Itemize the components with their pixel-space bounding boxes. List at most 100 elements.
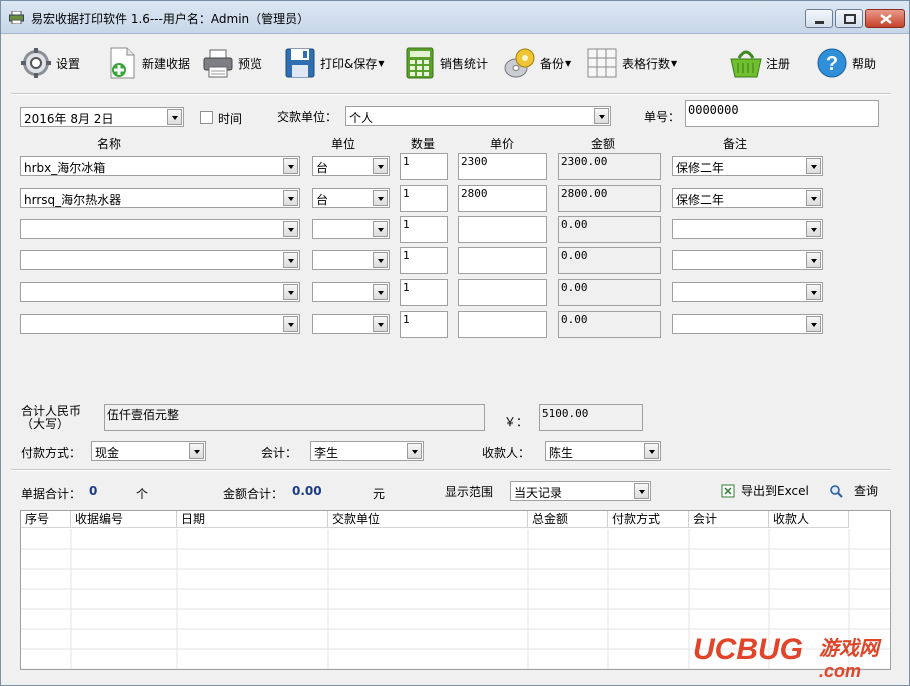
amount-total-value: 0.00: [292, 484, 322, 498]
column-header[interactable]: 日期: [177, 511, 328, 528]
row-2-price-field[interactable]: 2800: [458, 185, 547, 212]
row-2-unit-field[interactable]: 台: [312, 188, 390, 208]
settings-button[interactable]: 设置: [19, 45, 80, 81]
row-4-note-field[interactable]: [672, 250, 823, 270]
print-save-button[interactable]: 打印&保存 ▼: [283, 45, 385, 81]
dropdown-arrow-icon[interactable]: [373, 221, 388, 237]
dropdown-arrow-icon[interactable]: [373, 158, 388, 174]
row-1-unit-field[interactable]: 台: [312, 156, 390, 176]
minimize-button[interactable]: [805, 9, 833, 28]
column-header[interactable]: 收据编号: [71, 511, 177, 528]
row-4-name-field[interactable]: [20, 250, 300, 270]
dropdown-arrow-icon[interactable]: [167, 109, 182, 125]
row-2-name-field[interactable]: hrrsq_海尔热水器: [20, 188, 300, 208]
column-header[interactable]: 会计: [689, 511, 769, 528]
row-2-qty-field[interactable]: 1: [400, 185, 448, 212]
dropdown-arrow-icon[interactable]: [806, 158, 821, 174]
row-6-price-field[interactable]: [458, 311, 547, 338]
dropdown-arrow-icon[interactable]: [189, 443, 204, 459]
dropdown-arrow-icon[interactable]: [283, 158, 298, 174]
title-bar[interactable]: 易宏收据打印软件 1.6---用户名：Admin（管理员）: [1, 1, 909, 34]
preview-button[interactable]: 预览: [201, 45, 262, 81]
main-window: 易宏收据打印软件 1.6---用户名：Admin（管理员） 设置 新建收据 预览…: [0, 0, 910, 686]
column-header[interactable]: 交款单位: [328, 511, 528, 528]
time-label: 时间: [218, 112, 243, 126]
dropdown-arrow-icon[interactable]: [806, 316, 821, 332]
row-5-note-field[interactable]: [672, 282, 823, 302]
help-button[interactable]: ? 帮助: [815, 45, 876, 81]
dropdown-arrow-icon[interactable]: [283, 252, 298, 268]
column-header[interactable]: 序号: [21, 511, 71, 528]
row-5-unit-field[interactable]: [312, 282, 390, 302]
dropdown-arrow-icon[interactable]: [594, 108, 609, 124]
payer-combo[interactable]: 个人: [345, 106, 611, 126]
backup-button[interactable]: 备份 ▼: [503, 45, 571, 81]
query-button[interactable]: 查询: [829, 482, 878, 499]
row-6-name-field[interactable]: [20, 314, 300, 334]
row-3-qty-field[interactable]: 1: [400, 216, 448, 243]
row-qty-value: 1: [403, 249, 410, 262]
row-4-unit-field[interactable]: [312, 250, 390, 270]
row-1-name-field[interactable]: hrbx_海尔冰箱: [20, 156, 300, 176]
dropdown-arrow-icon[interactable]: [283, 190, 298, 206]
payee-combo[interactable]: 陈生: [545, 441, 661, 461]
row-5-qty-field[interactable]: 1: [400, 279, 448, 306]
row-4-qty-field[interactable]: 1: [400, 247, 448, 274]
dropdown-arrow-icon[interactable]: [644, 443, 659, 459]
close-button[interactable]: [865, 9, 905, 28]
dropdown-arrow-icon[interactable]: [806, 252, 821, 268]
row-unit-value: 台: [316, 193, 329, 207]
register-button[interactable]: 注册: [729, 45, 790, 81]
row-5-price-field[interactable]: [458, 279, 547, 306]
column-header[interactable]: 总金额: [528, 511, 608, 528]
dropdown-arrow-icon[interactable]: [373, 316, 388, 332]
date-picker[interactable]: 2016年 8月 2日: [20, 107, 184, 127]
payment-method-combo[interactable]: 现金: [91, 441, 206, 461]
receipt-count-value: 0: [89, 484, 98, 498]
row-1-price-field[interactable]: 2300: [458, 153, 547, 180]
dropdown-arrow-icon[interactable]: [283, 284, 298, 300]
column-header[interactable]: 收款人: [769, 511, 849, 528]
row-6-qty-field[interactable]: 1: [400, 311, 448, 338]
dropdown-arrow-icon[interactable]: [634, 483, 649, 499]
row-6-amount-field: 0.00: [558, 311, 661, 338]
maximize-button[interactable]: [835, 9, 863, 28]
dropdown-arrow-icon[interactable]: [373, 252, 388, 268]
row-note-value: 保修二年: [676, 193, 725, 207]
row-4-amount-field: 0.00: [558, 247, 661, 274]
dropdown-arrow-icon[interactable]: [283, 221, 298, 237]
payment-method-label: 付款方式：: [21, 446, 82, 460]
new-receipt-button[interactable]: 新建收据: [105, 45, 190, 81]
accountant-combo[interactable]: 李生: [310, 441, 424, 461]
table-rows-button[interactable]: 表格行数 ▼: [585, 45, 677, 81]
dropdown-arrow-icon[interactable]: [283, 316, 298, 332]
row-4-price-field[interactable]: [458, 247, 547, 274]
export-excel-button[interactable]: 导出到Excel: [721, 482, 809, 499]
column-header[interactable]: 付款方式: [608, 511, 689, 528]
time-checkbox[interactable]: [200, 111, 213, 124]
col-name-header: 名称: [97, 137, 122, 151]
dropdown-arrow-icon[interactable]: [806, 284, 821, 300]
row-6-note-field[interactable]: [672, 314, 823, 334]
row-3-unit-field[interactable]: [312, 219, 390, 239]
table-rows-label: 表格行数: [622, 56, 671, 71]
table-grid-icon: [587, 48, 617, 78]
range-combo[interactable]: 当天记录: [510, 481, 651, 501]
row-3-name-field[interactable]: [20, 219, 300, 239]
row-2-note-field[interactable]: 保修二年: [672, 188, 823, 208]
dropdown-arrow-icon[interactable]: [373, 190, 388, 206]
row-6-unit-field[interactable]: [312, 314, 390, 334]
row-1-qty-field[interactable]: 1: [400, 153, 448, 180]
sales-stats-button[interactable]: 销售统计: [403, 45, 488, 81]
row-5-amount-field: 0.00: [558, 279, 661, 306]
row-5-name-field[interactable]: [20, 282, 300, 302]
ucbug-watermark-logo: UCBUG 游戏网 .com: [693, 633, 882, 681]
row-1-note-field[interactable]: 保修二年: [672, 156, 823, 176]
row-3-note-field[interactable]: [672, 219, 823, 239]
receipt-number-field[interactable]: 0000000: [685, 100, 879, 127]
dropdown-arrow-icon[interactable]: [806, 221, 821, 237]
row-3-price-field[interactable]: [458, 216, 547, 243]
dropdown-arrow-icon[interactable]: [373, 284, 388, 300]
dropdown-arrow-icon[interactable]: [806, 190, 821, 206]
dropdown-arrow-icon[interactable]: [407, 443, 422, 459]
